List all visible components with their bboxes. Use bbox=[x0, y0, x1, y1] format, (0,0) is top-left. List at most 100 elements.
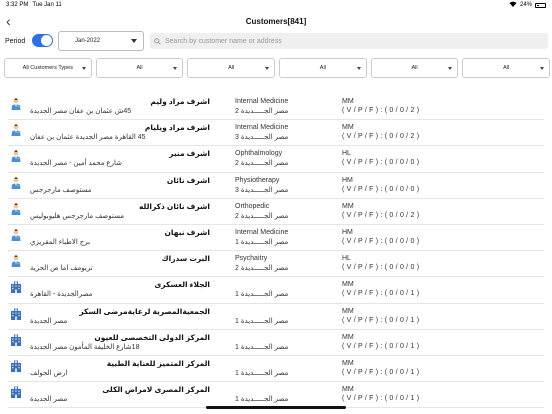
customer-row[interactable]: المركز المصرى لامراض الكلى مصر الجديدة مصر… bbox=[0, 382, 552, 409]
customer-class: MM bbox=[342, 202, 354, 210]
customer-row[interactable]: الجلاء العسكرى مصرالجديدة - القاهرة مصر ال… bbox=[0, 277, 552, 304]
caret-down-icon bbox=[356, 67, 361, 70]
toggle-knob bbox=[41, 35, 52, 46]
customer-row[interactable]: اشرف نائان مستوصف مارجرجس Physiotherapy مصر… bbox=[0, 173, 552, 199]
customer-class: HM bbox=[342, 176, 353, 184]
chevron-left-icon[interactable]: ‹ bbox=[6, 12, 11, 30]
customer-name: البرت سدراك bbox=[161, 254, 210, 264]
caret-down-icon bbox=[540, 67, 545, 70]
customer-specialty: Internal Medicine bbox=[235, 98, 289, 105]
customer-row[interactable]: الجمعيةالمصرية لرعايةمرضى السكر مصر الجدي… bbox=[0, 304, 552, 330]
battery-percent: 24% bbox=[519, 2, 532, 8]
customer-area: مصر الجـــــديدة 1 bbox=[235, 369, 289, 377]
period-label: Period bbox=[5, 37, 26, 45]
search-placeholder: Search by customer name or address bbox=[165, 37, 282, 45]
doctor-icon bbox=[10, 176, 22, 189]
customer-address: شارع محمد أمين - مصر الجديدة bbox=[30, 160, 122, 168]
customer-area: مصر الجـــــديدة 3 bbox=[235, 186, 289, 194]
customer-row[interactable]: اشرف منير شارع محمد أمين - مصر الجديدة Oph… bbox=[0, 146, 552, 173]
customer-class: MM bbox=[342, 307, 354, 315]
filter-label: All bbox=[136, 65, 143, 71]
wifi-icon bbox=[509, 1, 517, 9]
customer-row[interactable]: اشرف نائان ذكرالله مستوصف مارجرجس هليوبول… bbox=[0, 199, 552, 225]
customer-visit-stats: ( V / P / F ) : ( 0 / 0 / 2 ) bbox=[342, 133, 420, 141]
status-date: Tue Jan 11 bbox=[32, 2, 62, 8]
customer-address: 45 القاهرة مصر الجديدة عثمان بن عفان bbox=[30, 134, 146, 142]
filter-label: All bbox=[503, 65, 510, 71]
filter-3[interactable]: All bbox=[187, 58, 276, 78]
customer-class: MM bbox=[342, 281, 354, 289]
customer-name: اشرف مراد وليم bbox=[150, 97, 210, 106]
caret-down-icon bbox=[131, 39, 137, 43]
period-date-value: Jan-2022 bbox=[75, 38, 101, 44]
hospital-icon bbox=[10, 307, 22, 320]
customer-name: المركز المتميز للعناية الطبية bbox=[106, 358, 210, 368]
filter-label: All bbox=[228, 65, 235, 71]
customer-visit-stats: ( V / P / F ) : ( 0 / 0 / 1 ) bbox=[342, 395, 420, 403]
caret-down-icon bbox=[448, 67, 453, 70]
customer-name: اشرف نبهان bbox=[164, 227, 210, 237]
period-toggle[interactable] bbox=[32, 34, 53, 47]
status-time: 3:32 PM bbox=[6, 2, 29, 8]
customer-visit-stats: ( V / P / F ) : ( 0 / 0 / 2 ) bbox=[342, 211, 420, 219]
period-date-select[interactable]: Jan-2022 bbox=[58, 31, 144, 51]
customer-row[interactable]: البرت سدراك تريومف اما ص الحرية Psychaitry… bbox=[0, 251, 552, 278]
customer-class: MM bbox=[342, 124, 354, 132]
customer-specialty: Internal Medicine bbox=[235, 124, 289, 132]
filter-bar: All Customers Types All All All All All bbox=[4, 58, 551, 80]
battery-icon bbox=[535, 2, 546, 8]
page-title: Customers[841] bbox=[245, 16, 307, 26]
customer-area: مصر الجـــــديدة 1 bbox=[235, 343, 289, 351]
customer-address: تريومف اما ص الحرية bbox=[30, 265, 93, 273]
filter-4[interactable]: All bbox=[279, 58, 367, 78]
period-row: Period Jan-2022 Search by customer name … bbox=[0, 31, 552, 51]
status-bar: 3:32 PM Tue Jan 11 24% bbox=[0, 0, 552, 10]
filter-2[interactable]: All bbox=[95, 58, 184, 78]
customer-name: اشرف نائان ذكرالله bbox=[138, 201, 210, 211]
customer-class: HL bbox=[342, 255, 351, 263]
customer-visit-stats: ( V / P / F ) : ( 0 / 0 / 1 ) bbox=[342, 290, 420, 298]
customer-class: MM bbox=[342, 386, 354, 394]
customer-area: مصر الجـــــديدة 3 bbox=[235, 134, 289, 142]
customer-address: 18شارع الخليفة المأمون مصر الجديدة bbox=[30, 343, 140, 351]
customer-area: مصر الجـــــديدة 2 bbox=[235, 265, 289, 273]
doctor-icon bbox=[10, 228, 22, 241]
customer-area: مصر الجـــــديدة 2 bbox=[235, 108, 289, 115]
customer-name: الجلاء العسكرى bbox=[154, 280, 210, 290]
filter-customer-types[interactable]: All Customers Types bbox=[4, 58, 92, 78]
hospital-icon bbox=[10, 359, 22, 372]
customer-visit-stats: ( V / P / F ) : ( 0 / 0 / 1 ) bbox=[342, 342, 420, 350]
customer-class: MM bbox=[342, 359, 354, 367]
customer-visit-stats: ( V / P / F ) : ( 0 / 0 / 1 ) bbox=[342, 316, 420, 324]
customer-row[interactable]: المركز المتميز للعناية الطبية ارض الجولف م… bbox=[0, 356, 552, 383]
customer-area: مصر الجـــــديدة 1 bbox=[235, 238, 289, 246]
nav-bar: ‹ Customers[841] bbox=[0, 10, 552, 32]
doctor-icon bbox=[10, 149, 22, 163]
customer-visit-stats: ( V / P / F ) : ( 0 / 0 / 0 ) bbox=[342, 264, 420, 272]
search-icon bbox=[154, 37, 161, 45]
customer-address: مستوصف مارجرجس bbox=[30, 186, 92, 194]
customer-class: HL bbox=[342, 150, 351, 158]
customer-address: ارض الجولف bbox=[30, 369, 68, 377]
customer-name: المركز المصرى لامراض الكلى bbox=[102, 385, 210, 395]
search-input[interactable]: Search by customer name or address bbox=[150, 33, 548, 49]
filter-5[interactable]: All bbox=[370, 58, 459, 78]
customer-name: المركز الدولى التخصصى للعيون bbox=[94, 332, 210, 342]
filter-label: All bbox=[319, 65, 326, 71]
customer-area: مصر الجـــــديدة 1 bbox=[235, 396, 289, 404]
customer-visit-stats: ( V / P / F ) : ( 0 / 0 / 2 ) bbox=[342, 107, 420, 114]
hospital-icon bbox=[10, 333, 22, 346]
customer-address: مصر الجديدة bbox=[30, 396, 68, 404]
customer-row[interactable]: المركز الدولى التخصصى للعيون 18شارع الخلي… bbox=[0, 330, 552, 356]
customer-visit-stats: ( V / P / F ) : ( 0 / 0 / 1 ) bbox=[342, 368, 420, 376]
filter-6[interactable]: All bbox=[462, 58, 551, 78]
customer-row[interactable]: اشرف نبهان برج الاطباء المقريزي Internal M… bbox=[0, 225, 552, 252]
customer-name: اشرف مراد ويليام bbox=[144, 123, 210, 133]
doctor-icon bbox=[10, 123, 22, 137]
caret-down-icon bbox=[265, 67, 270, 70]
customer-specialty: Ophthalmology bbox=[235, 150, 283, 158]
customer-row[interactable]: اشرف مراد ويليام 45 القاهرة مصر الجديدة ع… bbox=[0, 120, 552, 147]
caret-down-icon bbox=[81, 67, 86, 70]
customer-row[interactable]: اشرف مراد وليم 45ش عثمان بن عفان مصر الجد… bbox=[0, 94, 552, 121]
home-indicator bbox=[206, 406, 346, 409]
